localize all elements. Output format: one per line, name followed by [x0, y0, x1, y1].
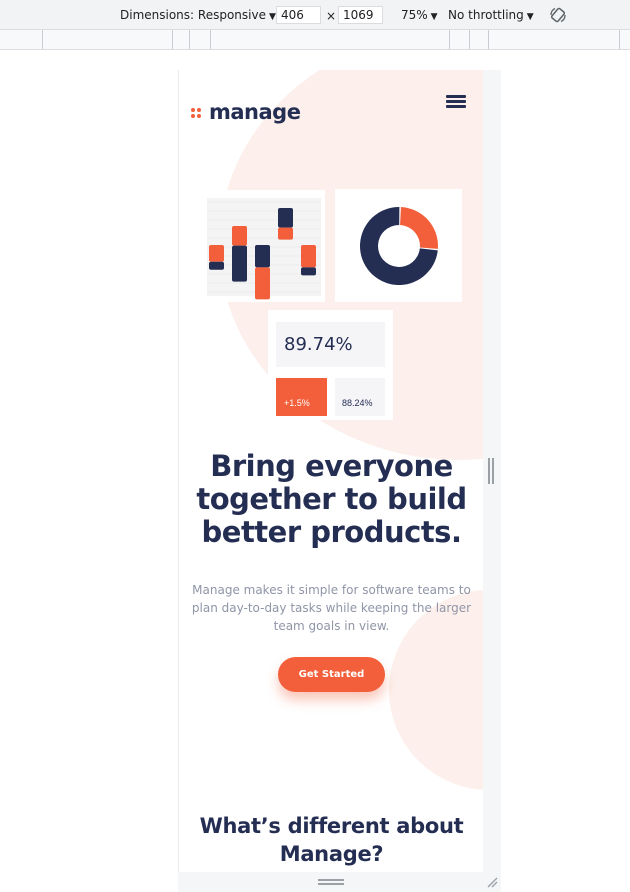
- device-toolbar: Dimensions: Responsive▼ × 75%▼ No thrott…: [0, 0, 630, 30]
- dimensions-label: Dimensions: Responsive: [120, 8, 266, 22]
- stats-card: 89.74% +1.5% 88.24%: [268, 310, 393, 420]
- width-input[interactable]: [276, 6, 321, 24]
- times-symbol: ×: [326, 9, 337, 23]
- rotate-icon[interactable]: [549, 6, 567, 24]
- throttling-label: No throttling: [448, 8, 524, 22]
- device-viewport: manage 89.74% +1.5% 88.24% Bring everyon…: [178, 70, 483, 872]
- section-title: What’s different about Manage?: [199, 814, 464, 866]
- bar-segment: [301, 245, 316, 268]
- logo[interactable]: manage: [191, 100, 301, 124]
- logo-mark-icon: [191, 105, 203, 119]
- bar-segment: [209, 261, 224, 270]
- bar-chart-card: [199, 190, 325, 302]
- bar-segment: [232, 245, 247, 282]
- stat-secondary-value: 88.24%: [342, 398, 373, 408]
- caret-down-icon: ▼: [430, 12, 438, 22]
- logo-text: manage: [209, 100, 301, 124]
- stat-main-value: 89.74%: [284, 334, 353, 355]
- bar-segment: [209, 245, 224, 262]
- donut-slice: [400, 207, 438, 249]
- donut-chart-card: [335, 189, 462, 302]
- stat-secondary-box: 88.24%: [335, 378, 385, 416]
- caret-down-icon: ▼: [526, 12, 534, 22]
- donut-chart: [360, 207, 438, 285]
- media-query-ruler: [0, 30, 630, 50]
- resize-handle-right[interactable]: [488, 458, 494, 484]
- bar-segment: [255, 267, 270, 300]
- stat-change-box: +1.5%: [276, 378, 327, 416]
- zoom-label: 75%: [401, 8, 428, 22]
- hero-description: Manage makes it simple for software team…: [191, 583, 472, 633]
- caret-down-icon: ▼: [268, 12, 276, 22]
- height-input[interactable]: [338, 6, 383, 24]
- bar-segment: [278, 208, 293, 228]
- bar-segment: [255, 245, 270, 268]
- throttling-dropdown[interactable]: No throttling ▼: [448, 8, 534, 22]
- hamburger-icon[interactable]: [446, 95, 466, 109]
- hero-headline: Bring everyone together to build better …: [196, 449, 467, 549]
- bar-segment: [278, 227, 293, 240]
- bar-chart: [207, 198, 321, 300]
- resize-handle-bottom[interactable]: [318, 879, 344, 885]
- stat-change-value: +1.5%: [284, 398, 310, 408]
- resize-corner-icon[interactable]: [486, 876, 498, 888]
- bar-segment: [301, 267, 316, 276]
- get-started-button[interactable]: Get Started: [278, 657, 385, 692]
- bar-segment: [232, 226, 247, 246]
- dimensions-dropdown[interactable]: Dimensions: Responsive ▼: [120, 8, 276, 22]
- stat-main-box: 89.74%: [276, 322, 385, 367]
- zoom-dropdown[interactable]: 75% ▼: [401, 8, 438, 22]
